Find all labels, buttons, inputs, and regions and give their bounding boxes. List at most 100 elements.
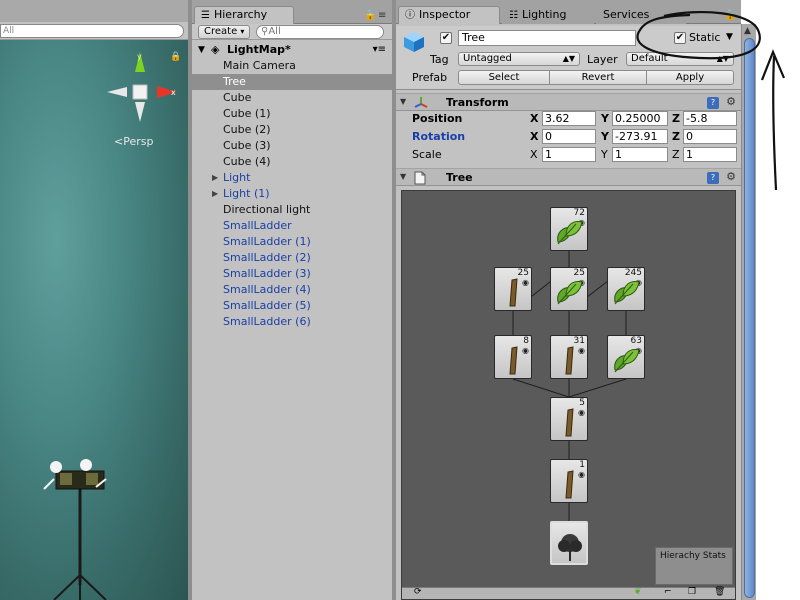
rotation-y-value: -273.91 (615, 130, 658, 143)
delete-node-icon[interactable]: 🗑 (714, 587, 725, 597)
tree-node-leaf[interactable]: 25◉ (550, 267, 588, 311)
tag-dropdown[interactable]: Untagged ▲▼ (458, 52, 580, 66)
scene-root-row[interactable]: ▼ ◈ LightMap* ▾≡ (192, 42, 392, 58)
create-button[interactable]: Create ▾ (198, 25, 250, 39)
hierarchy-item[interactable]: Cube (192, 90, 392, 106)
layer-dropdown[interactable]: Default ▲▼ (626, 52, 734, 66)
hierarchy-item[interactable]: Cube (4) (192, 154, 392, 170)
tree-hierarchy-canvas[interactable]: 72◉ 25◉ 25◉ 245◉ 8◉ 31◉ 63◉ 5◉ 1◉ Hierachy Stats… (401, 190, 736, 600)
add-leaf-icon[interactable]: ❦ (634, 587, 642, 597)
tree-node-branch[interactable]: 1 ◉ (550, 459, 588, 503)
tree-node-leaf[interactable]: 245◉ (607, 267, 645, 311)
scene-search-placeholder: All (3, 26, 15, 36)
scale-label: Scale (412, 148, 442, 161)
hierarchy-item-label: SmallLadder (3) (223, 267, 311, 280)
object-name-input[interactable]: Tree (458, 30, 636, 46)
hierarchy-item[interactable]: ▶ Light (1) (192, 186, 392, 202)
expand-arrow-icon[interactable]: ▶ (212, 170, 218, 186)
scroll-up-icon[interactable]: ▲ (744, 26, 751, 36)
tab-hierarchy[interactable]: ☰ Hierarchy (194, 6, 294, 24)
scene-toolbar: All (0, 22, 188, 40)
tab-lighting[interactable]: ☷ Lighting (502, 6, 594, 24)
hierarchy-item-label: Cube (2) (223, 123, 271, 136)
hierarchy-item[interactable]: SmallLadder (5) (192, 298, 392, 314)
duplicate-icon[interactable]: ❐ (688, 587, 696, 597)
position-x-field[interactable]: 3.62 (542, 111, 596, 126)
prefab-apply-button[interactable]: Apply (646, 70, 734, 85)
hierarchy-panel-menu-icon[interactable]: ≡ (378, 10, 386, 21)
tree-script-icon (414, 171, 426, 185)
hierarchy-item[interactable]: Tree (192, 74, 392, 90)
tag-dropdown-icon: ▲▼ (562, 54, 575, 63)
tree-node-root[interactable] (550, 521, 588, 565)
rotation-z-axis-label: Z (672, 130, 680, 143)
tree-node-branch[interactable]: 25 ◉ (494, 267, 532, 311)
transform-gear-icon[interactable]: ⚙ (726, 95, 736, 108)
add-branch-icon[interactable]: ⌐ (664, 587, 672, 597)
prefab-select-button[interactable]: Select (458, 70, 550, 85)
scale-y-field[interactable]: 1 (612, 147, 668, 162)
hierarchy-item[interactable]: SmallLadder (3) (192, 266, 392, 282)
hierarchy-item[interactable]: SmallLadder (2) (192, 250, 392, 266)
active-checkbox[interactable]: ✔ (440, 32, 452, 44)
tree-fold-icon[interactable]: ▼ (400, 172, 406, 181)
branch-icon (565, 470, 574, 499)
hierarchy-toolbar: Create ▾ ⚲All (192, 24, 392, 40)
scale-x-field[interactable]: 1 (542, 147, 596, 162)
layer-label: Layer (587, 53, 618, 66)
tab-services[interactable]: Services (596, 6, 686, 24)
hierarchy-search-input[interactable]: ⚲All (256, 25, 384, 39)
scene-view[interactable]: All 🔒 y x <Persp (0, 0, 188, 600)
static-checkbox[interactable]: ✔ (674, 32, 686, 44)
position-z-value: -5.8 (686, 112, 708, 125)
scale-y-value: 1 (615, 148, 622, 161)
expand-arrow-icon[interactable]: ▶ (212, 186, 218, 202)
hierarchy-item[interactable]: SmallLadder (6) (192, 314, 392, 330)
hierarchy-item[interactable]: Cube (3) (192, 138, 392, 154)
tree-node-leaf[interactable]: 72◉ (550, 207, 588, 251)
hierarchy-item[interactable]: SmallLadder (4) (192, 282, 392, 298)
hierarchy-item-label: SmallLadder (6) (223, 315, 311, 328)
tree-component-header[interactable]: ▼ Tree ? ⚙ (396, 168, 741, 186)
inspector-lock-icon[interactable]: 🔒 (724, 10, 736, 21)
tree-node-branch[interactable]: 8 ◉ (494, 335, 532, 379)
tree-node-leaf[interactable]: 63◉ (607, 335, 645, 379)
hierarchy-item[interactable]: Cube (1) (192, 106, 392, 122)
persp-label[interactable]: <Persp (114, 135, 153, 148)
scene-search-input[interactable]: All (0, 24, 184, 38)
tree-node-branch[interactable]: 5 ◉ (550, 397, 588, 441)
hierarchy-item[interactable]: SmallLadder (1) (192, 234, 392, 250)
hierarchy-item[interactable]: Directional light (192, 202, 392, 218)
transform-help-icon[interactable]: ? (707, 97, 719, 109)
tab-inspector[interactable]: ⓘ Inspector (398, 6, 500, 24)
transform-header[interactable]: ▼ Transform ? ⚙ (396, 93, 741, 111)
hierarchy-item[interactable]: SmallLadder (192, 218, 392, 234)
tree-node-branch[interactable]: 31 ◉ (550, 335, 588, 379)
tree-refresh-icon[interactable]: ⟳ (414, 587, 422, 597)
rotation-x-field[interactable]: 0 (542, 129, 596, 144)
branch-icon (509, 346, 518, 375)
hierarchy-item[interactable]: ▶ Light (192, 170, 392, 186)
inspector-scrollbar[interactable]: ▲ (741, 24, 756, 600)
transform-fold-icon[interactable]: ▼ (400, 97, 406, 106)
scrollbar-thumb[interactable] (744, 38, 755, 598)
position-z-field[interactable]: -5.8 (683, 111, 737, 126)
scene-menu-icon[interactable]: ▾≡ (373, 42, 386, 58)
scene-expand-icon[interactable]: ▼ (198, 42, 205, 58)
hierarchy-item-label: Light (1) (223, 187, 270, 200)
tree-help-icon[interactable]: ? (707, 172, 719, 184)
hierarchy-item[interactable]: Main Camera (192, 58, 392, 74)
tree-gear-icon[interactable]: ⚙ (726, 170, 736, 183)
static-dropdown-icon[interactable]: ▼ (726, 32, 733, 42)
position-x-axis-label: X (530, 112, 539, 125)
hierarchy-item-label: SmallLadder (223, 219, 292, 232)
scene-orientation-gizmo[interactable]: y x (105, 50, 180, 125)
hierarchy-item[interactable]: Cube (2) (192, 122, 392, 138)
prefab-revert-button[interactable]: Revert (549, 70, 647, 85)
rotation-y-axis-label: Y (601, 130, 609, 143)
scale-z-field[interactable]: 1 (683, 147, 737, 162)
rotation-z-field[interactable]: 0 (683, 129, 737, 144)
position-y-field[interactable]: 0.25000 (612, 111, 668, 126)
rotation-y-field[interactable]: -273.91 (612, 129, 668, 144)
hierarchy-lock-icon[interactable]: 🔒 (364, 10, 376, 21)
